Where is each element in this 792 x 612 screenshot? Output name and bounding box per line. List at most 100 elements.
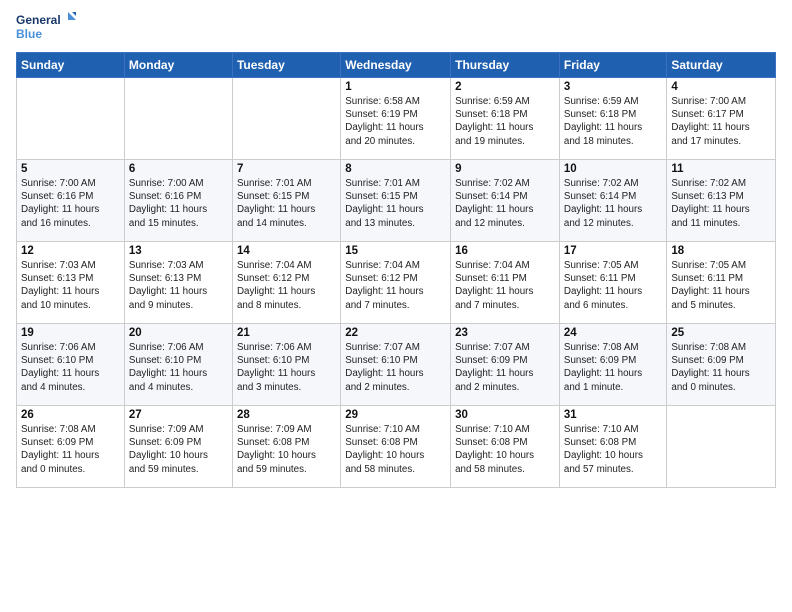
calendar-cell: 11 Sunrise: 7:02 AM Sunset: 6:13 PM Dayli… (667, 160, 776, 242)
logo: General Blue (16, 10, 76, 46)
calendar-cell: 8 Sunrise: 7:01 AM Sunset: 6:15 PM Daylig… (341, 160, 451, 242)
day-number: 31 (564, 409, 662, 421)
day-info: Sunrise: 7:02 AM Sunset: 6:14 PM Dayligh… (564, 177, 662, 230)
day-number: 21 (237, 327, 336, 339)
header: General Blue (16, 10, 776, 46)
weekday-header-row: SundayMondayTuesdayWednesdayThursdayFrid… (17, 53, 776, 78)
day-number: 23 (455, 327, 555, 339)
day-info: Sunrise: 7:05 AM Sunset: 6:11 PM Dayligh… (671, 259, 771, 312)
day-info: Sunrise: 7:01 AM Sunset: 6:15 PM Dayligh… (345, 177, 446, 230)
calendar-week-row: 12 Sunrise: 7:03 AM Sunset: 6:13 PM Dayli… (17, 242, 776, 324)
day-number: 25 (671, 327, 771, 339)
day-number: 22 (345, 327, 446, 339)
calendar-table: SundayMondayTuesdayWednesdayThursdayFrid… (16, 52, 776, 488)
calendar-cell: 20 Sunrise: 7:06 AM Sunset: 6:10 PM Dayli… (124, 324, 232, 406)
calendar-cell (232, 78, 340, 160)
calendar-cell: 31 Sunrise: 7:10 AM Sunset: 6:08 PM Dayli… (559, 406, 666, 488)
day-info: Sunrise: 7:10 AM Sunset: 6:08 PM Dayligh… (564, 423, 662, 476)
calendar-cell: 6 Sunrise: 7:00 AM Sunset: 6:16 PM Daylig… (124, 160, 232, 242)
day-info: Sunrise: 7:07 AM Sunset: 6:10 PM Dayligh… (345, 341, 446, 394)
day-number: 5 (21, 163, 120, 175)
calendar-week-row: 19 Sunrise: 7:06 AM Sunset: 6:10 PM Dayli… (17, 324, 776, 406)
day-info: Sunrise: 7:10 AM Sunset: 6:08 PM Dayligh… (345, 423, 446, 476)
day-info: Sunrise: 6:59 AM Sunset: 6:18 PM Dayligh… (455, 95, 555, 148)
day-info: Sunrise: 7:06 AM Sunset: 6:10 PM Dayligh… (129, 341, 228, 394)
calendar-cell: 21 Sunrise: 7:06 AM Sunset: 6:10 PM Dayli… (232, 324, 340, 406)
calendar-cell: 26 Sunrise: 7:08 AM Sunset: 6:09 PM Dayli… (17, 406, 125, 488)
calendar-week-row: 1Sunrise: 6:58 AM Sunset: 6:19 PM Daylig… (17, 78, 776, 160)
weekday-header-thursday: Thursday (451, 53, 560, 78)
day-info: Sunrise: 7:03 AM Sunset: 6:13 PM Dayligh… (129, 259, 228, 312)
day-info: Sunrise: 7:04 AM Sunset: 6:11 PM Dayligh… (455, 259, 555, 312)
calendar-cell: 2 Sunrise: 6:59 AM Sunset: 6:18 PM Daylig… (451, 78, 560, 160)
day-number: 28 (237, 409, 336, 421)
day-number: 16 (455, 245, 555, 257)
day-number: 3 (564, 81, 662, 93)
day-number: 26 (21, 409, 120, 421)
calendar-cell: 3 Sunrise: 6:59 AM Sunset: 6:18 PM Daylig… (559, 78, 666, 160)
day-info: Sunrise: 7:06 AM Sunset: 6:10 PM Dayligh… (237, 341, 336, 394)
day-info: Sunrise: 7:00 AM Sunset: 6:16 PM Dayligh… (129, 177, 228, 230)
calendar-cell: 24Sunrise: 7:08 AM Sunset: 6:09 PM Dayli… (559, 324, 666, 406)
calendar-cell: 19 Sunrise: 7:06 AM Sunset: 6:10 PM Dayli… (17, 324, 125, 406)
day-number: 17 (564, 245, 662, 257)
day-number: 4 (671, 81, 771, 93)
day-info: Sunrise: 7:07 AM Sunset: 6:09 PM Dayligh… (455, 341, 555, 394)
day-number: 14 (237, 245, 336, 257)
day-number: 7 (237, 163, 336, 175)
calendar-cell (667, 406, 776, 488)
day-info: Sunrise: 7:00 AM Sunset: 6:16 PM Dayligh… (21, 177, 120, 230)
day-info: Sunrise: 7:03 AM Sunset: 6:13 PM Dayligh… (21, 259, 120, 312)
day-info: Sunrise: 7:00 AM Sunset: 6:17 PM Dayligh… (671, 95, 771, 148)
day-number: 18 (671, 245, 771, 257)
day-info: Sunrise: 7:06 AM Sunset: 6:10 PM Dayligh… (21, 341, 120, 394)
calendar-cell: 25Sunrise: 7:08 AM Sunset: 6:09 PM Dayli… (667, 324, 776, 406)
day-info: Sunrise: 6:59 AM Sunset: 6:18 PM Dayligh… (564, 95, 662, 148)
calendar-cell: 22 Sunrise: 7:07 AM Sunset: 6:10 PM Dayli… (341, 324, 451, 406)
day-info: Sunrise: 7:09 AM Sunset: 6:08 PM Dayligh… (237, 423, 336, 476)
day-number: 6 (129, 163, 228, 175)
day-info: Sunrise: 7:05 AM Sunset: 6:11 PM Dayligh… (564, 259, 662, 312)
calendar-cell: 27Sunrise: 7:09 AM Sunset: 6:09 PM Dayli… (124, 406, 232, 488)
svg-text:General: General (16, 13, 61, 27)
day-number: 12 (21, 245, 120, 257)
weekday-header-tuesday: Tuesday (232, 53, 340, 78)
calendar-cell: 1Sunrise: 6:58 AM Sunset: 6:19 PM Daylig… (341, 78, 451, 160)
weekday-header-monday: Monday (124, 53, 232, 78)
day-info: Sunrise: 7:09 AM Sunset: 6:09 PM Dayligh… (129, 423, 228, 476)
calendar-week-row: 26 Sunrise: 7:08 AM Sunset: 6:09 PM Dayli… (17, 406, 776, 488)
day-info: Sunrise: 7:08 AM Sunset: 6:09 PM Dayligh… (564, 341, 662, 394)
calendar-cell: 5 Sunrise: 7:00 AM Sunset: 6:16 PM Daylig… (17, 160, 125, 242)
day-info: Sunrise: 7:10 AM Sunset: 6:08 PM Dayligh… (455, 423, 555, 476)
calendar-cell: 14 Sunrise: 7:04 AM Sunset: 6:12 PM Dayli… (232, 242, 340, 324)
calendar-cell: 13Sunrise: 7:03 AM Sunset: 6:13 PM Dayli… (124, 242, 232, 324)
day-number: 10 (564, 163, 662, 175)
day-number: 2 (455, 81, 555, 93)
calendar-cell: 17 Sunrise: 7:05 AM Sunset: 6:11 PM Dayli… (559, 242, 666, 324)
day-number: 19 (21, 327, 120, 339)
day-info: Sunrise: 7:02 AM Sunset: 6:14 PM Dayligh… (455, 177, 555, 230)
day-info: Sunrise: 7:02 AM Sunset: 6:13 PM Dayligh… (671, 177, 771, 230)
calendar-cell (124, 78, 232, 160)
calendar-cell: 23 Sunrise: 7:07 AM Sunset: 6:09 PM Dayli… (451, 324, 560, 406)
calendar-cell: 4 Sunrise: 7:00 AM Sunset: 6:17 PM Daylig… (667, 78, 776, 160)
weekday-header-saturday: Saturday (667, 53, 776, 78)
calendar-cell: 28 Sunrise: 7:09 AM Sunset: 6:08 PM Dayli… (232, 406, 340, 488)
day-number: 11 (671, 163, 771, 175)
day-number: 8 (345, 163, 446, 175)
day-info: Sunrise: 6:58 AM Sunset: 6:19 PM Dayligh… (345, 95, 446, 148)
calendar-cell: 15Sunrise: 7:04 AM Sunset: 6:12 PM Dayli… (341, 242, 451, 324)
day-info: Sunrise: 7:04 AM Sunset: 6:12 PM Dayligh… (237, 259, 336, 312)
weekday-header-sunday: Sunday (17, 53, 125, 78)
day-number: 30 (455, 409, 555, 421)
day-info: Sunrise: 7:01 AM Sunset: 6:15 PM Dayligh… (237, 177, 336, 230)
day-number: 20 (129, 327, 228, 339)
calendar-cell: 18 Sunrise: 7:05 AM Sunset: 6:11 PM Dayli… (667, 242, 776, 324)
calendar-cell: 10 Sunrise: 7:02 AM Sunset: 6:14 PM Dayli… (559, 160, 666, 242)
day-info: Sunrise: 7:08 AM Sunset: 6:09 PM Dayligh… (21, 423, 120, 476)
calendar-cell: 16 Sunrise: 7:04 AM Sunset: 6:11 PM Dayli… (451, 242, 560, 324)
calendar-cell: 9Sunrise: 7:02 AM Sunset: 6:14 PM Daylig… (451, 160, 560, 242)
day-info: Sunrise: 7:04 AM Sunset: 6:12 PM Dayligh… (345, 259, 446, 312)
calendar-cell: 30 Sunrise: 7:10 AM Sunset: 6:08 PM Dayli… (451, 406, 560, 488)
weekday-header-wednesday: Wednesday (341, 53, 451, 78)
